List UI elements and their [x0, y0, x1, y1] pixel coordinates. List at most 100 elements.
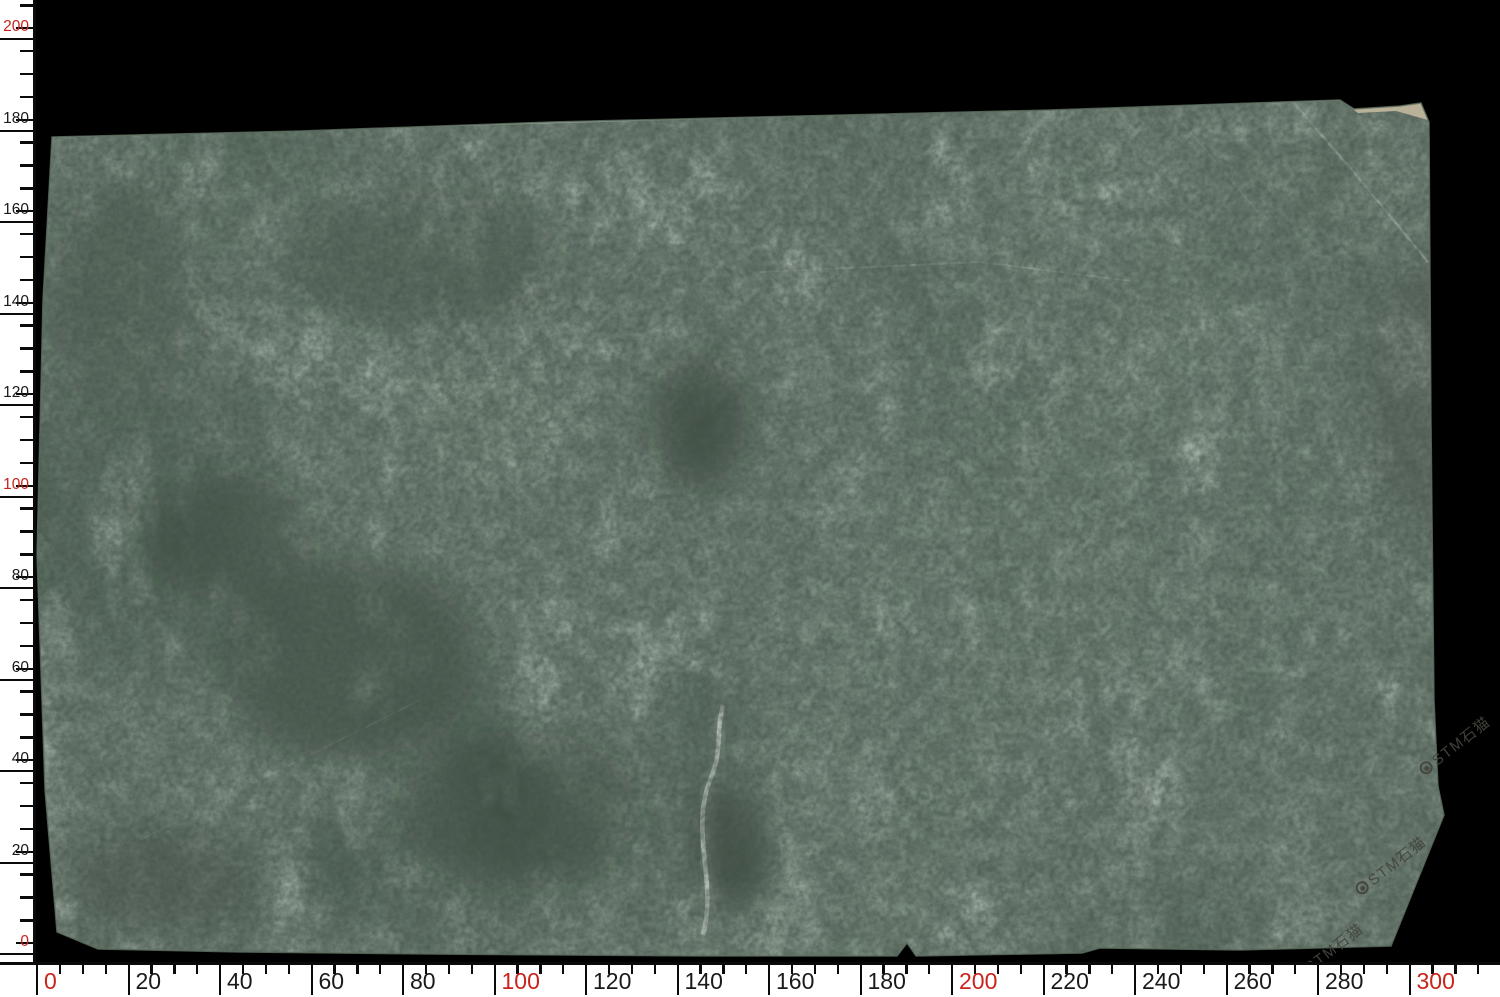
left-ruler-number: 160: [0, 202, 29, 220]
left-ruler-tick: [20, 919, 33, 921]
left-ruler-number: 200: [0, 19, 29, 37]
bottom-ruler-number: 120: [593, 970, 631, 994]
left-ruler-major-line: [0, 221, 33, 223]
bottom-ruler-number: 60: [319, 970, 345, 994]
bottom-ruler-tick: [196, 965, 198, 974]
bottom-ruler-major-line: [494, 963, 496, 995]
bottom-ruler-major-line: [311, 963, 313, 995]
bottom-ruler-tick: [265, 965, 267, 974]
bottom-ruler-number: 100: [502, 970, 540, 994]
bottom-ruler-major-line: [1134, 963, 1136, 995]
bottom-ruler-tick: [837, 965, 839, 974]
bottom-ruler-number: 260: [1234, 970, 1272, 994]
left-ruler-major-line: [0, 496, 33, 498]
left-ruler-number: 80: [0, 568, 29, 586]
bottom-ruler-number: 140: [685, 970, 723, 994]
left-ruler-number: 40: [0, 751, 29, 769]
bottom-ruler-number: 180: [868, 970, 906, 994]
bottom-ruler-number: 300: [1417, 970, 1455, 994]
bottom-ruler-major-line: [585, 963, 587, 995]
bottom-ruler-tick: [1111, 965, 1113, 974]
bottom-ruler-tick: [173, 965, 175, 974]
left-ruler-tick: [20, 690, 33, 692]
bottom-ruler-tick: [448, 965, 450, 974]
bottom-ruler-major-line: [36, 963, 38, 995]
left-ruler-major-line: [0, 770, 33, 772]
bottom-ruler-number: 200: [959, 970, 997, 994]
left-ruler-tick: [20, 279, 33, 281]
bottom-ruler-tick: [745, 965, 747, 974]
left-ruler-number: 140: [0, 294, 29, 312]
left-ruler-number: 20: [0, 843, 29, 861]
bottom-ruler-tick: [82, 965, 84, 974]
left-ruler-tick: [20, 439, 33, 441]
left-ruler-tick: [20, 347, 33, 349]
bottom-ruler-major-line: [1043, 963, 1045, 995]
left-ruler-major-line: [0, 130, 33, 132]
bottom-ruler-major-line: [860, 963, 862, 995]
bottom-ruler-tick: [562, 965, 564, 974]
left-ruler-tick: [20, 96, 33, 98]
left-ruler-tick: [20, 187, 33, 189]
left-ruler-major-line: [0, 587, 33, 589]
bottom-ruler-tick: [654, 965, 656, 974]
left-ruler-tick: [20, 324, 33, 326]
left-ruler-tick: [20, 370, 33, 372]
left-ruler-tick: [20, 73, 33, 75]
left-ruler-tick: [20, 553, 33, 555]
bottom-ruler-major-line: [677, 963, 679, 995]
left-ruler-tick: [20, 736, 33, 738]
bottom-ruler-tick: [1477, 965, 1479, 974]
left-ruler-number: 100: [0, 477, 29, 495]
left-ruler-number: 0: [0, 934, 29, 952]
bottom-ruler-tick: [1203, 965, 1205, 974]
left-ruler-tick: [20, 50, 33, 52]
bottom-ruler-tick: [928, 965, 930, 974]
slab-scan-viewport: STM石猫STM石猫STM石猫 020406080100120140160180…: [0, 0, 1500, 997]
bottom-ruler-tick: [1020, 965, 1022, 974]
left-ruler-tick: [20, 713, 33, 715]
left-ruler-tick: [20, 805, 33, 807]
left-ruler-tick: [20, 141, 33, 143]
bottom-ruler-number: 80: [410, 970, 436, 994]
left-ruler-tick: [20, 256, 33, 258]
bottom-ruler-major-line: [951, 963, 953, 995]
left-ruler-tick: [20, 4, 33, 6]
left-ruler-tick: [20, 507, 33, 509]
left-ruler-tick: [20, 233, 33, 235]
bottom-ruler-tick: [356, 965, 358, 974]
bottom-ruler-number: 160: [776, 970, 814, 994]
left-ruler-major-line: [0, 38, 33, 40]
bottom-ruler-major-line: [1317, 963, 1319, 995]
left-ruler-number: 60: [0, 660, 29, 678]
left-ruler-major-line: [0, 313, 33, 315]
bottom-ruler-tick: [1294, 965, 1296, 974]
slab-image: [0, 0, 1500, 962]
left-ruler-tick: [20, 462, 33, 464]
left-ruler-tick: [20, 416, 33, 418]
bottom-ruler-tick: [105, 965, 107, 974]
left-ruler-tick: [20, 873, 33, 875]
slab-texture: [0, 0, 1500, 962]
bottom-ruler-axis-line: [0, 962, 1500, 965]
left-ruler-tick: [20, 828, 33, 830]
bottom-ruler-major-line: [128, 963, 130, 995]
bottom-ruler-major-line: [1409, 963, 1411, 995]
bottom-ruler-major-line: [402, 963, 404, 995]
bottom-ruler-number: 220: [1051, 970, 1089, 994]
bottom-ruler-tick: [471, 965, 473, 974]
left-ruler-tick: [20, 896, 33, 898]
bottom-ruler-number: 20: [136, 970, 162, 994]
bottom-ruler-tick: [379, 965, 381, 974]
bottom-ruler-number: 280: [1325, 970, 1363, 994]
left-ruler-tick: [20, 164, 33, 166]
left-ruler-number: 120: [0, 385, 29, 403]
bottom-ruler-tick: [1386, 965, 1388, 974]
left-ruler-major-line: [0, 404, 33, 406]
bottom-ruler: [0, 962, 1500, 997]
left-ruler-tick: [20, 622, 33, 624]
left-ruler-tick: [20, 645, 33, 647]
bottom-ruler-major-line: [219, 963, 221, 995]
bottom-ruler-major-line: [768, 963, 770, 995]
bottom-ruler-number: 40: [227, 970, 253, 994]
